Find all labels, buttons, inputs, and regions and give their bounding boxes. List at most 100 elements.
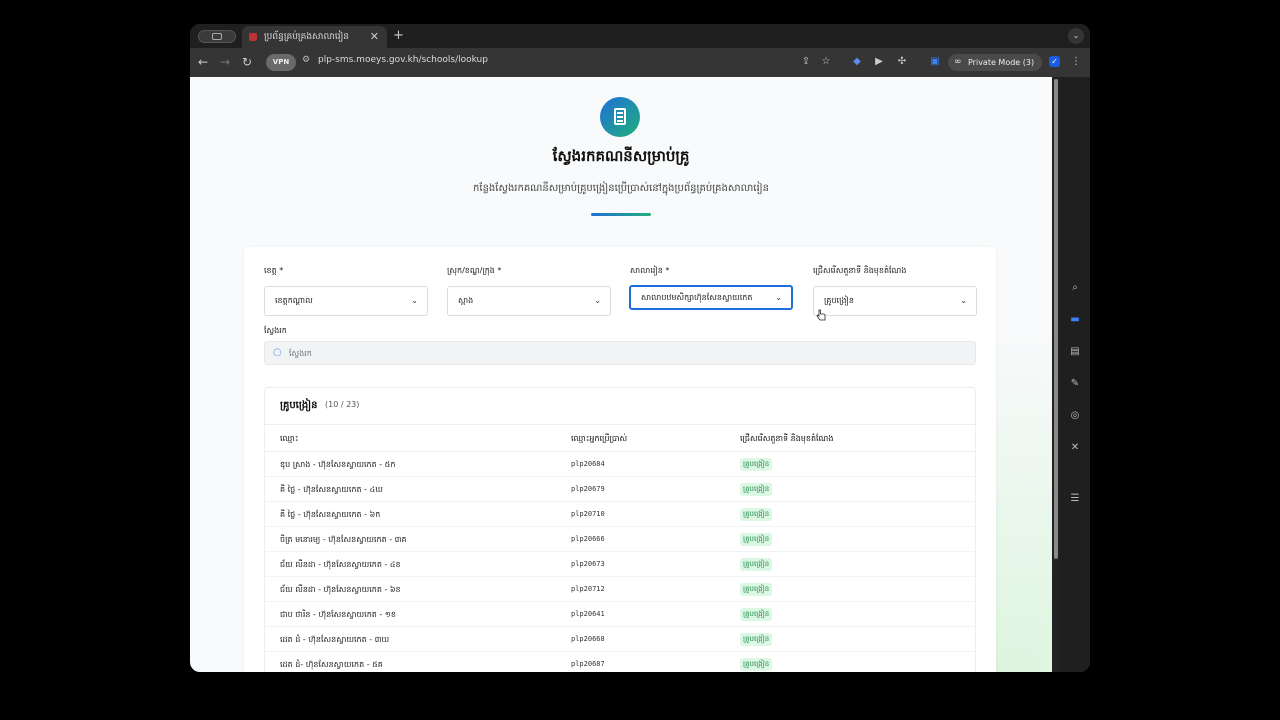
- table-row[interactable]: គី ថ្លៃ - ហ៊ុនសែនស្វាយកេត - ៦ក plp20710 …: [265, 502, 975, 527]
- column-header-name: ឈ្មោះ: [280, 434, 299, 443]
- table-title: គ្រូបង្រៀន: [280, 400, 318, 411]
- page-viewport: ស្វែងរកគណនីសម្រាប់គ្រូ កន្លែងស្វែងរកគណនី…: [190, 77, 1052, 672]
- forward-arrow-icon[interactable]: →: [220, 54, 230, 70]
- teacher-name: គី ថ្លៃ - ហ៊ុនសែនស្វាយកេត - ៦ក: [280, 510, 381, 519]
- gamepad-icon[interactable]: ◎: [1068, 409, 1082, 423]
- reload-icon[interactable]: ↻: [242, 54, 252, 70]
- teacher-username: plp20712: [571, 585, 605, 593]
- chevron-down-icon: ⌄: [960, 296, 967, 305]
- teacher-username: plp20687: [571, 660, 605, 668]
- browser-window: ប្រព័ន្ធគ្រប់គ្រងសាលារៀន ✕ + ⌄ ← → ↻ VPN…: [190, 24, 1090, 672]
- notes-icon[interactable]: ✎: [1068, 377, 1082, 391]
- tab-list-chevron-icon[interactable]: ⌄: [1068, 28, 1084, 44]
- browser-sidebar: ⌕ ▬ ▤ ✎ ◎ ✕ ☰: [1060, 77, 1090, 672]
- active-tab[interactable]: ប្រព័ន្ធគ្រប់គ្រងសាលារៀន ✕: [242, 26, 387, 48]
- sidebar-toggle-icon[interactable]: ▣: [928, 55, 942, 69]
- table-row[interactable]: ជាប ថារិន - ហ៊ុនសែនស្វាយកេត - ១ខ plp2064…: [265, 602, 975, 627]
- site-settings-icon[interactable]: ⚙: [302, 55, 310, 65]
- search-input[interactable]: [289, 344, 969, 362]
- role-badge: គ្រូបង្រៀន: [740, 583, 773, 596]
- table-row[interactable]: ដេត ដំ- ហ៊ុនសែនស្វាយកេត - ៥គ plp20687 គ្…: [265, 652, 975, 672]
- table-row[interactable]: ដេត ដំ - ហ៊ុនសែនស្វាយកេត - ៣ឃ plp20668 គ…: [265, 627, 975, 652]
- extensions-puzzle-icon[interactable]: ✣: [895, 55, 909, 69]
- table-row[interactable]: ជ័យ លីនដា - ហ៊ុនសែនស្វាយកេត - ៤ខ plp2067…: [265, 552, 975, 577]
- role-label: ជ្រើសរើសតួនាទី និងមុខតំណែង: [813, 266, 907, 275]
- search-page-icon[interactable]: ⌕: [1068, 281, 1082, 295]
- search-icon: ○: [273, 347, 282, 358]
- table-row[interactable]: ចិត្រ មនោរម្យ - ហ៊ុនសែនស្វាយកេត - ៣គ plp…: [265, 527, 975, 552]
- favicon-icon: [249, 33, 257, 41]
- teacher-name: ជ័យ លីនដា - ហ៊ុនសែនស្វាយកេត - ៦ខ: [280, 585, 401, 594]
- teacher-username: plp20666: [571, 535, 605, 543]
- hand-cursor-icon: [816, 309, 826, 321]
- role-select[interactable]: គ្រូបង្រៀន ⌄: [813, 286, 977, 316]
- role-value: គ្រូបង្រៀន: [824, 296, 854, 305]
- verified-check-icon[interactable]: ✓: [1049, 56, 1060, 67]
- scrollbar-thumb[interactable]: [1054, 79, 1058, 559]
- search-box[interactable]: ○: [264, 341, 976, 365]
- title-underline: [591, 213, 651, 216]
- new-tab-button[interactable]: +: [393, 26, 404, 46]
- extension-shield-icon[interactable]: ◆: [850, 55, 864, 69]
- teacher-username: plp20679: [571, 485, 605, 493]
- table-row[interactable]: គី ថ្លៃ - ហ៊ុនសែនស្វាយកេត - ៤ឃ plp20679 …: [265, 477, 975, 502]
- tabs-icon: [212, 33, 222, 40]
- teacher-name: ដេត ដំ- ហ៊ុនសែនស្វាយកេត - ៥គ: [280, 660, 383, 669]
- sliders-icon[interactable]: ☰: [1068, 492, 1082, 506]
- role-badge: គ្រូបង្រៀន: [740, 558, 773, 571]
- school-select[interactable]: សាលាបឋមសិក្សាហ៊ុនសែនស្វាយកេត ⌄: [629, 285, 793, 310]
- tab-title: ប្រព័ន្ធគ្រប់គ្រងសាលារៀន: [264, 32, 349, 42]
- role-badge: គ្រូបង្រៀន: [740, 633, 773, 646]
- table-count: (10 / 23): [325, 400, 360, 409]
- chevron-down-icon: ⌄: [775, 293, 782, 302]
- chevron-down-icon: ⌄: [594, 296, 601, 305]
- teacher-name: ជ័យ លីនដា - ហ៊ុនសែនស្វាយកេត - ៤ខ: [280, 560, 401, 569]
- chat-icon[interactable]: ▬: [1068, 313, 1082, 327]
- tools-icon[interactable]: ✕: [1068, 441, 1082, 455]
- private-mode-badge[interactable]: ∞ Private Mode (3): [948, 54, 1042, 71]
- teacher-username: plp20668: [571, 635, 605, 643]
- teacher-name: ដេត ដំ - ហ៊ុនសែនស្វាយកេត - ៣ឃ: [280, 635, 390, 644]
- search-label: ស្វែងរក: [264, 326, 287, 335]
- teacher-username: plp20710: [571, 510, 605, 518]
- building-icon: [600, 97, 640, 137]
- province-value: ខេត្តកណ្ដាល: [275, 296, 313, 305]
- teacher-name: គី ថ្លៃ - ហ៊ុនសែនស្វាយកេត - ៤ឃ: [280, 485, 383, 494]
- role-badge: គ្រូបង្រៀន: [740, 533, 773, 546]
- address-bar[interactable]: plp-sms.moeys.gov.kh/schools/lookup: [318, 55, 488, 65]
- role-badge: គ្រូបង្រៀន: [740, 508, 773, 521]
- school-label: សាលារៀន *: [630, 266, 670, 275]
- teacher-name: ឌុប ស្រាង - ហ៊ុនសែនស្វាយកេត - ៥ក: [280, 460, 396, 469]
- teacher-username: plp20673: [571, 560, 605, 568]
- tab-search-button[interactable]: [198, 30, 236, 43]
- page-title: ស្វែងរកគណនីសម្រាប់គ្រូ: [552, 147, 690, 165]
- save-icon[interactable]: ▤: [1068, 345, 1082, 359]
- teacher-name: ចិត្រ មនោរម្យ - ហ៊ុនសែនស្វាយកេត - ៣គ: [280, 535, 407, 544]
- district-label: ស្រុក/ខណ្ឌ/ក្រុង *: [447, 266, 502, 275]
- column-header-role: ជ្រើសរើសតួនាទី និងមុខតំណែង: [740, 434, 834, 443]
- link-icon: ∞: [954, 57, 962, 67]
- back-arrow-icon[interactable]: ←: [198, 54, 208, 70]
- teacher-username: plp20684: [571, 460, 605, 468]
- teacher-name: ជាប ថារិន - ហ៊ុនសែនស្វាយកេត - ១ខ: [280, 610, 396, 619]
- share-icon[interactable]: ⇪: [799, 55, 813, 69]
- province-label: ខេត្ត *: [264, 266, 284, 275]
- bookmark-star-icon[interactable]: ☆: [819, 55, 833, 69]
- district-select[interactable]: ស្អាង ⌄: [447, 286, 611, 316]
- table-row[interactable]: ជ័យ លីនដា - ហ៊ុនសែនស្វាយកេត - ៦ខ plp2071…: [265, 577, 975, 602]
- page-scrollbar[interactable]: [1052, 77, 1060, 672]
- kebab-menu-icon[interactable]: ⋮: [1069, 55, 1083, 69]
- tab-bar: ប្រព័ន្ធគ្រប់គ្រងសាលារៀន ✕ + ⌄: [190, 24, 1090, 48]
- table-header: ឈ្មោះ ឈ្មោះអ្នកប្រើប្រាស់ ជ្រើសរើសតួនាទី…: [265, 424, 975, 452]
- private-mode-label: Private Mode (3): [968, 58, 1035, 67]
- tab-close-button[interactable]: ✕: [370, 26, 379, 48]
- column-header-username: ឈ្មោះអ្នកប្រើប្រាស់: [571, 434, 628, 443]
- lookup-card: ខេត្ត * ខេត្តកណ្ដាល ⌄ ស្រុក/ខណ្ឌ/ក្រុង *…: [244, 247, 996, 672]
- table-row[interactable]: ឌុប ស្រាង - ហ៊ុនសែនស្វាយកេត - ៥ក plp2068…: [265, 452, 975, 477]
- role-badge: គ្រូបង្រៀន: [740, 483, 773, 496]
- province-select[interactable]: ខេត្តកណ្ដាល ⌄: [264, 286, 428, 316]
- media-icon[interactable]: ▶: [872, 55, 886, 69]
- chevron-down-icon: ⌄: [411, 296, 418, 305]
- role-badge: គ្រូបង្រៀន: [740, 658, 773, 671]
- vpn-badge[interactable]: VPN: [266, 54, 296, 71]
